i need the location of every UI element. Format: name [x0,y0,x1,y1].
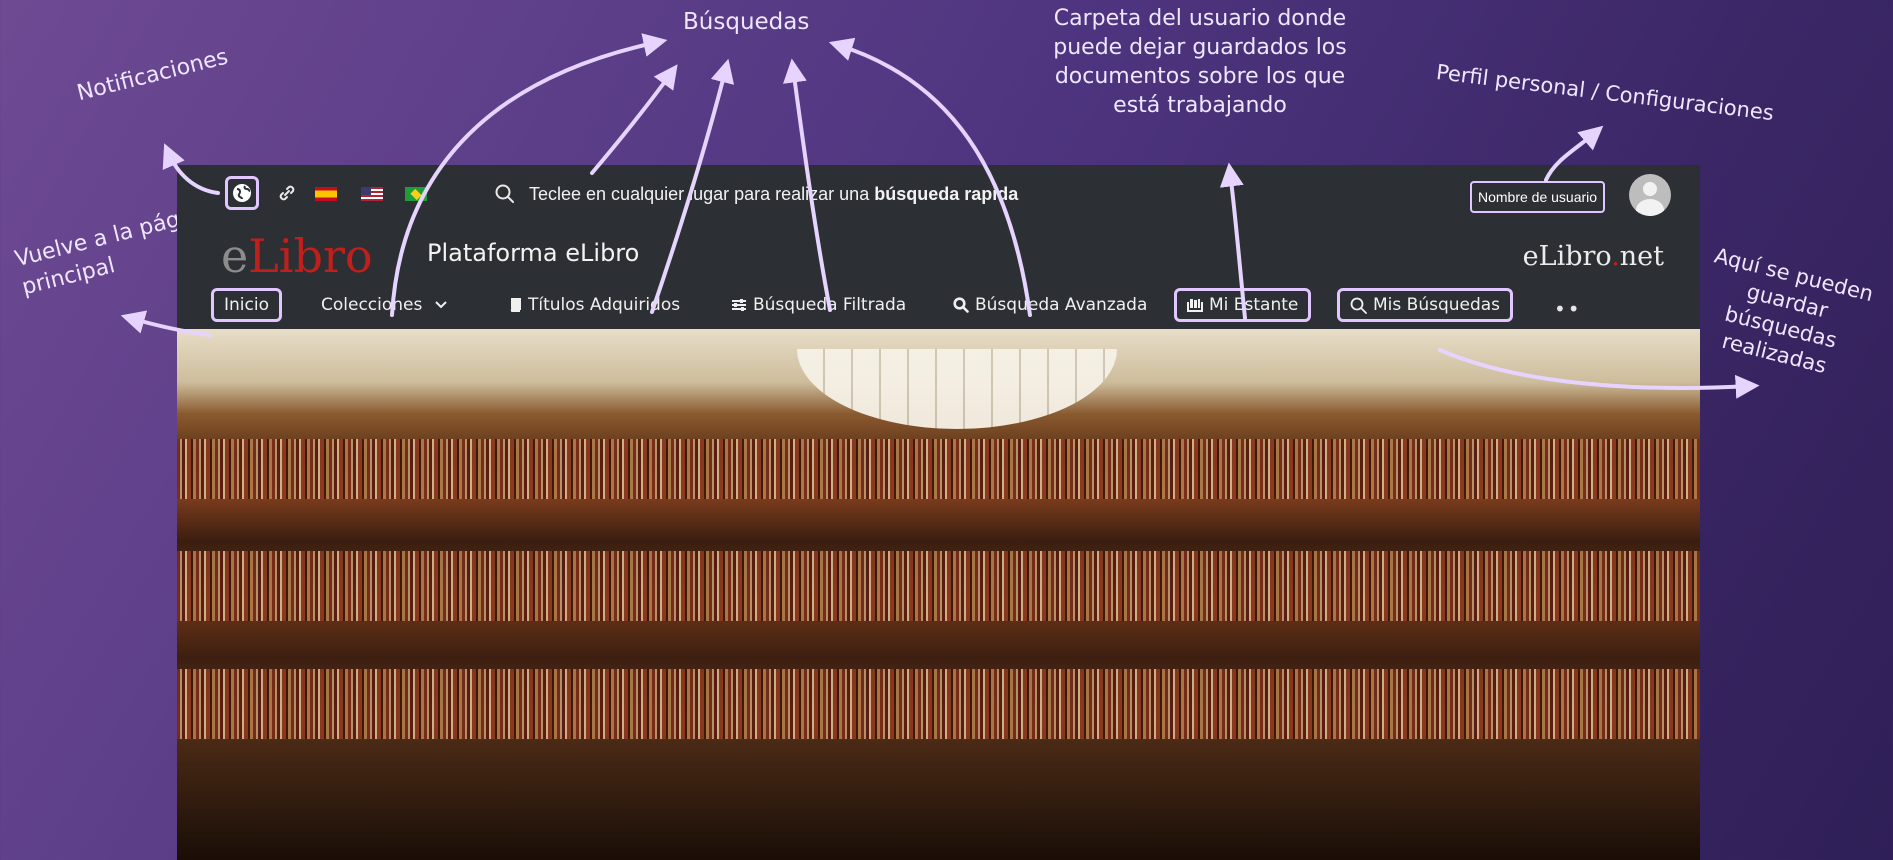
arrow-estante [1219,162,1247,320]
annotation-arrows [120,33,1760,399]
arrow-mis-busquedas [1438,348,1760,399]
arrow-titulos [650,58,735,314]
arrow-quick-search [590,64,678,175]
arrow-inicio [120,310,212,337]
arrow-notificaciones [162,143,220,195]
arrow-perfil [1544,125,1604,182]
arrow-avanzada [828,37,1032,317]
arrow-colecciones [390,33,668,317]
arrow-filtrada [783,58,832,312]
